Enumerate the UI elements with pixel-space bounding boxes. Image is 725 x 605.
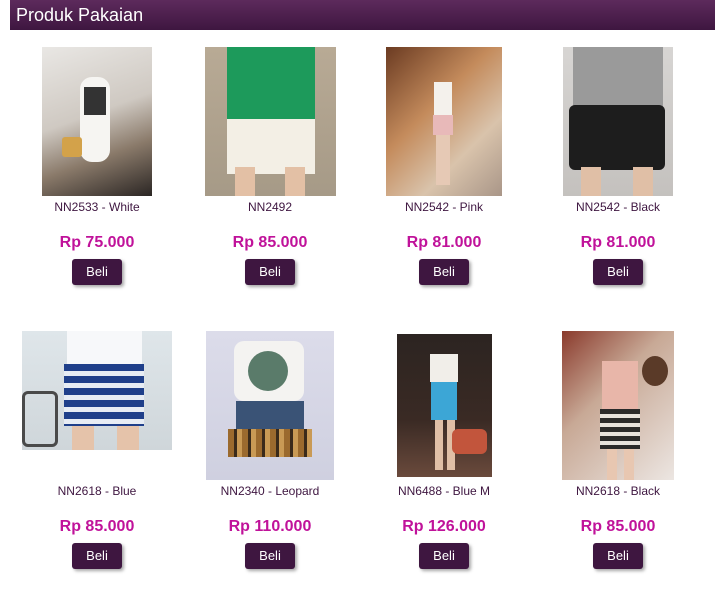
product-name[interactable]: NN6488 - Blue M xyxy=(357,484,531,498)
product-name[interactable]: NN2340 - Leopard xyxy=(183,484,357,498)
product-image[interactable] xyxy=(396,334,492,477)
product-card: NN2533 - White Rp 75.000 Beli xyxy=(10,47,184,292)
product-image[interactable] xyxy=(563,47,673,196)
buy-button[interactable]: Beli xyxy=(72,543,122,569)
product-price: Rp 85.000 xyxy=(580,518,656,535)
product-card: NN2492 Rp 85.000 Beli xyxy=(183,47,357,292)
product-price: Rp 75.000 xyxy=(59,234,135,251)
buy-button[interactable]: Beli xyxy=(419,543,469,569)
product-card: NN2618 - Blue Rp 85.000 Beli xyxy=(10,331,184,576)
product-price: Rp 85.000 xyxy=(59,518,135,535)
buy-button[interactable]: Beli xyxy=(72,259,122,285)
product-card: NN2618 - Black Rp 85.000 Beli xyxy=(531,331,705,576)
product-image[interactable] xyxy=(206,331,334,480)
buy-button[interactable]: Beli xyxy=(245,543,295,569)
section-title: Produk Pakaian xyxy=(16,5,144,25)
product-image[interactable] xyxy=(42,47,152,196)
product-name[interactable]: NN2542 - Pink xyxy=(357,200,531,214)
product-image[interactable] xyxy=(386,47,502,196)
product-name[interactable]: NN2618 - Blue xyxy=(10,484,184,498)
product-price: Rp 85.000 xyxy=(232,234,308,251)
product-image[interactable] xyxy=(562,331,674,480)
product-card: NN2340 - Leopard Rp 110.000 Beli xyxy=(183,331,357,576)
product-card: NN2542 - Pink Rp 81.000 Beli xyxy=(357,47,531,292)
section-header: Produk Pakaian xyxy=(10,0,715,30)
product-image[interactable] xyxy=(204,47,336,196)
product-card: NN2542 - Black Rp 81.000 Beli xyxy=(531,47,705,292)
buy-button[interactable]: Beli xyxy=(593,259,643,285)
product-card: NN6488 - Blue M Rp 126.000 Beli xyxy=(357,331,531,576)
buy-button[interactable]: Beli xyxy=(593,543,643,569)
product-name[interactable]: NN2533 - White xyxy=(10,200,184,214)
buy-button[interactable]: Beli xyxy=(419,259,469,285)
product-price: Rp 81.000 xyxy=(406,234,482,251)
product-name[interactable]: NN2492 xyxy=(183,200,357,214)
buy-button[interactable]: Beli xyxy=(245,259,295,285)
product-price: Rp 110.000 xyxy=(228,518,312,535)
product-name[interactable]: NN2618 - Black xyxy=(531,484,705,498)
product-name[interactable]: NN2542 - Black xyxy=(531,200,705,214)
product-image[interactable] xyxy=(22,331,172,450)
product-price: Rp 81.000 xyxy=(580,234,656,251)
product-price: Rp 126.000 xyxy=(402,518,486,535)
